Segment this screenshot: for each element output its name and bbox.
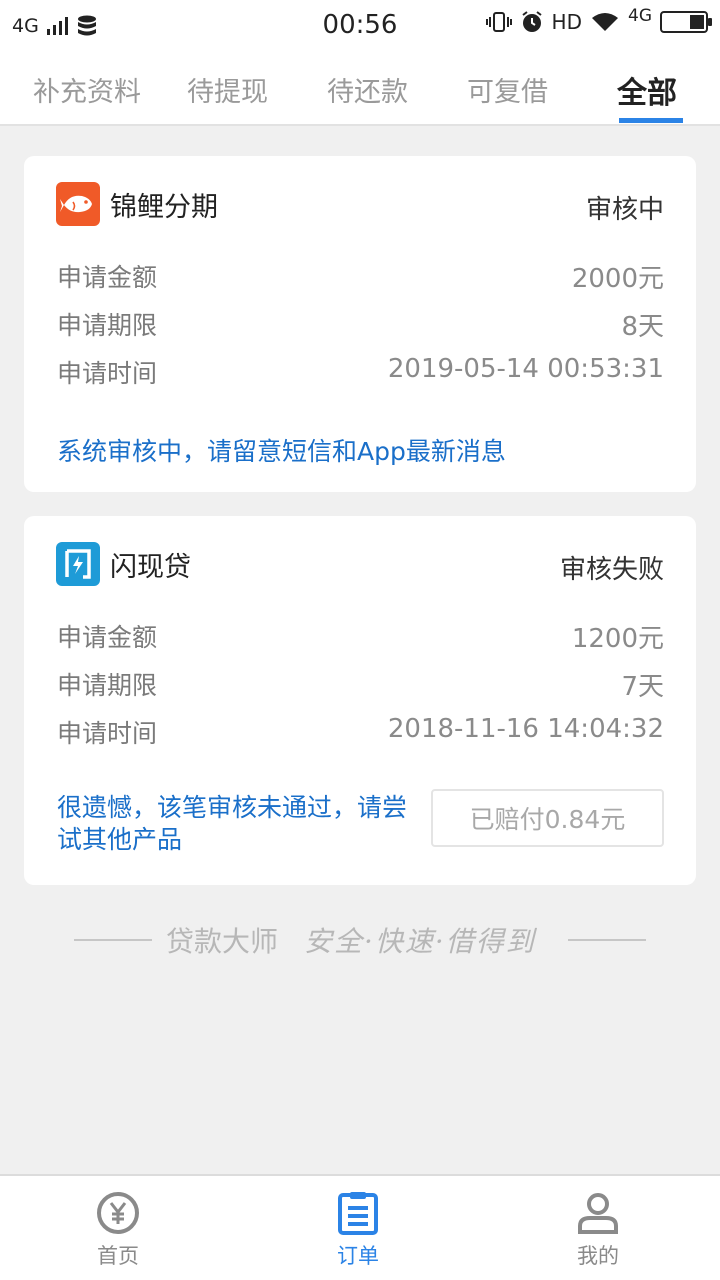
order-note: 很遗憾，该笔审核未通过，请尝试其他产品 (57, 793, 408, 854)
vibrate-icon (485, 12, 512, 32)
tab-all[interactable]: 全部 (617, 68, 677, 112)
tab-reborrow[interactable]: 可复借 (467, 70, 548, 109)
slogan-brand: 贷款大师 (166, 925, 279, 958)
order-list-icon (338, 1192, 378, 1235)
bottom-nav: 首页 订单 我的 (0, 1174, 720, 1280)
compensation-paid-button[interactable]: 已赔付0.84元 (431, 789, 664, 847)
status-bar: 4G 00:56 HD 4G (0, 0, 720, 52)
apply-amount-value: 2000元 (571, 264, 664, 294)
flash-logo-icon (56, 542, 100, 586)
product-name: 闪现贷 (110, 551, 191, 583)
tab-pending-withdraw[interactable]: 待提现 (187, 70, 268, 109)
apply-amount-label: 申请金额 (57, 263, 158, 292)
apply-term-value: 8天 (621, 312, 664, 342)
apply-term-label: 申请期限 (57, 311, 158, 340)
battery-icon (660, 11, 712, 33)
order-status: 审核中 (585, 195, 664, 225)
apply-time-label: 申请时间 (57, 719, 158, 748)
order-card[interactable]: 闪现贷 审核失败 申请金额 1200元 申请期限 7天 申请时间 2018-11… (24, 516, 696, 885)
order-status: 审核失败 (559, 555, 664, 585)
order-card-header: 锦鲤分期 (56, 182, 218, 226)
nav-home[interactable]: 首页 (38, 1176, 198, 1280)
active-tab-indicator (619, 118, 683, 123)
wifi-icon (592, 13, 618, 31)
network-type-right: 4G (628, 6, 652, 26)
product-name: 锦鲤分期 (110, 191, 218, 223)
nav-orders-label: 订单 (337, 1244, 379, 1268)
apply-amount-label: 申请金额 (57, 623, 158, 652)
order-note: 系统审核中，请留意短信和App最新消息 (57, 437, 506, 466)
user-icon (578, 1193, 618, 1234)
nav-profile[interactable]: 我的 (518, 1176, 678, 1280)
slogan-divider-right (568, 939, 646, 941)
apply-term-label: 申请期限 (57, 671, 158, 700)
slogan-text: 安全·快速·借得到 (304, 925, 536, 958)
order-card-header: 闪现贷 (56, 542, 191, 586)
tab-pending-repay[interactable]: 待还款 (327, 70, 408, 109)
nav-home-label: 首页 (97, 1244, 139, 1268)
apply-time-value: 2018-11-16 14:04:32 (387, 714, 664, 744)
yen-circle-icon (97, 1192, 139, 1234)
slogan-divider-left (74, 939, 152, 941)
apply-term-value: 7天 (621, 672, 664, 702)
status-right: HD 4G (485, 6, 712, 34)
tab-supplement-info[interactable]: 补充资料 (33, 70, 141, 109)
order-filter-tabs: 补充资料 待提现 待还款 可复借 全部 (0, 52, 720, 126)
apply-amount-value: 1200元 (571, 624, 664, 654)
order-card[interactable]: 锦鲤分期 审核中 申请金额 2000元 申请期限 8天 申请时间 2019-05… (24, 156, 696, 492)
apply-time-value: 2019-05-14 00:53:31 (387, 354, 664, 384)
apply-time-label: 申请时间 (57, 359, 158, 388)
nav-orders[interactable]: 订单 (278, 1176, 438, 1280)
hd-label: HD (551, 10, 582, 34)
koi-logo-icon (56, 182, 100, 226)
nav-profile-label: 我的 (577, 1244, 619, 1268)
alarm-icon (521, 11, 542, 32)
